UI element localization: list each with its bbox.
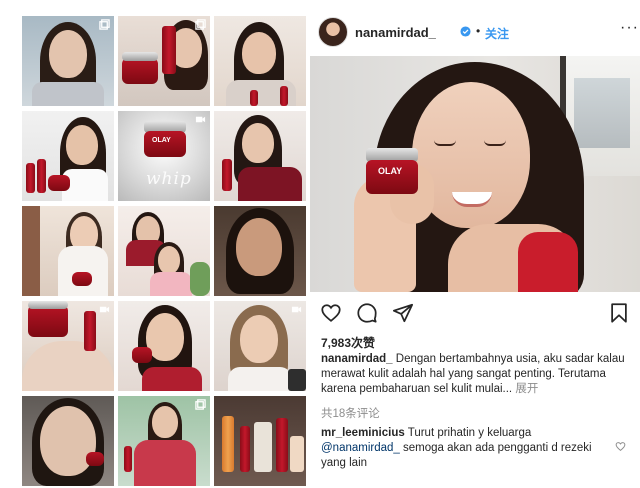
grid-post-bottle — [240, 426, 250, 472]
model-top — [518, 232, 578, 292]
whip-caption: whip — [146, 169, 192, 189]
grid-post[interactable] — [22, 111, 114, 201]
grid-post-clothes — [32, 82, 104, 106]
carousel-icon — [195, 19, 206, 30]
grid-post-jar — [132, 347, 152, 363]
grid-post[interactable] — [118, 396, 210, 486]
comment-mention[interactable]: @nanamirdad_ — [321, 442, 400, 454]
grid-post-bottle — [276, 418, 288, 472]
grid-post-jar — [28, 305, 68, 337]
share-icon[interactable] — [392, 302, 414, 324]
view-comments-link[interactable]: 共18条评论 — [321, 405, 380, 421]
grid-post-bottle — [84, 311, 96, 351]
grid-post-jar — [144, 131, 186, 157]
heart-icon[interactable] — [320, 302, 342, 324]
post-username[interactable]: nanamirdad_ — [355, 25, 436, 40]
model-eye — [484, 140, 506, 146]
product-logo: OLAY — [378, 166, 403, 176]
comment-username[interactable]: mr_leeminicius — [321, 427, 405, 439]
background-frame — [574, 78, 630, 148]
grid-post-clothes — [238, 167, 302, 201]
grid-post-face — [240, 315, 278, 363]
grid-post[interactable] — [118, 16, 210, 106]
carousel-icon — [99, 19, 110, 30]
carousel-icon — [195, 399, 206, 410]
grid-post[interactable] — [22, 301, 114, 391]
avatar[interactable] — [318, 17, 348, 47]
grid-post-box — [290, 436, 304, 472]
grid-post-jar — [122, 58, 158, 84]
separator-dot: • — [476, 24, 481, 38]
grid-post[interactable] — [22, 16, 114, 106]
grid-post-face — [49, 30, 87, 78]
grid-post[interactable] — [118, 206, 210, 296]
grid-post-face — [242, 123, 274, 163]
grid-post-clothes — [142, 367, 202, 391]
grid-post[interactable]: OLAY whip — [118, 111, 210, 201]
grid-post[interactable] — [214, 16, 306, 106]
video-icon — [99, 306, 110, 313]
comment-text: Turut prihatin y keluarga — [404, 427, 532, 439]
post-actions — [320, 302, 630, 326]
caption-expand-link[interactable]: 展开 — [512, 383, 538, 395]
grid-post-bottle — [26, 163, 35, 193]
grid-post-jar — [48, 175, 70, 191]
grid-post-clothes — [58, 246, 108, 296]
video-icon — [291, 306, 302, 313]
grid-post[interactable] — [214, 301, 306, 391]
grid-post-lid — [28, 301, 68, 309]
grid-post-bottle — [222, 159, 232, 191]
profile-grid: OLAY whip — [22, 16, 306, 486]
olay-logo: OLAY — [152, 137, 171, 144]
grid-post-bottle — [162, 26, 176, 74]
video-icon — [195, 116, 206, 123]
model-eye — [434, 140, 456, 146]
comment-icon[interactable] — [356, 302, 378, 324]
grid-post-face — [40, 406, 96, 476]
post-photo[interactable]: OLAY — [310, 56, 640, 292]
caption-username[interactable]: nanamirdad_ — [321, 353, 393, 365]
verified-icon — [460, 26, 471, 37]
grid-post[interactable] — [214, 396, 306, 486]
grid-post-bottle — [124, 446, 132, 472]
grid-post-face — [242, 32, 276, 74]
more-options-icon[interactable]: ··· — [620, 19, 639, 37]
grid-post-bottle — [280, 86, 288, 106]
comment-item: mr_leeminicius Turut prihatin y keluarga… — [321, 426, 611, 471]
likes-count[interactable]: 7,983次赞 — [321, 334, 375, 351]
grid-post-face — [66, 125, 98, 165]
follow-button[interactable]: 关注 — [485, 25, 509, 42]
bookmark-icon[interactable] — [608, 302, 630, 324]
post-header: nanamirdad_ • 关注 ··· — [310, 14, 640, 50]
grid-post[interactable] — [118, 301, 210, 391]
grid-post-object — [288, 369, 306, 391]
grid-post[interactable] — [214, 111, 306, 201]
grid-post-lid — [122, 52, 158, 61]
grid-post-clothes — [228, 367, 292, 391]
grid-post[interactable] — [22, 396, 114, 486]
grid-post[interactable] — [22, 206, 114, 296]
grid-post-clothes — [150, 272, 192, 296]
comment-like-icon[interactable] — [615, 441, 626, 452]
grid-post-box — [254, 422, 272, 472]
grid-post-bottle — [222, 416, 234, 472]
grid-post-plant — [190, 262, 210, 296]
grid-post-face — [158, 246, 180, 274]
grid-post-face — [236, 218, 282, 276]
grid-post-face — [152, 406, 178, 438]
grid-post-hand — [22, 341, 114, 391]
grid-post-clothes — [134, 440, 196, 486]
grid-post[interactable] — [214, 206, 306, 296]
grid-post-bottle — [250, 90, 258, 106]
grid-post-bottle — [37, 159, 46, 193]
grid-post-edge — [22, 206, 40, 296]
grid-post-jar — [86, 452, 104, 466]
post-caption: nanamirdad_ Dengan bertambahnya usia, ak… — [321, 352, 626, 397]
grid-post-jar — [72, 272, 92, 286]
